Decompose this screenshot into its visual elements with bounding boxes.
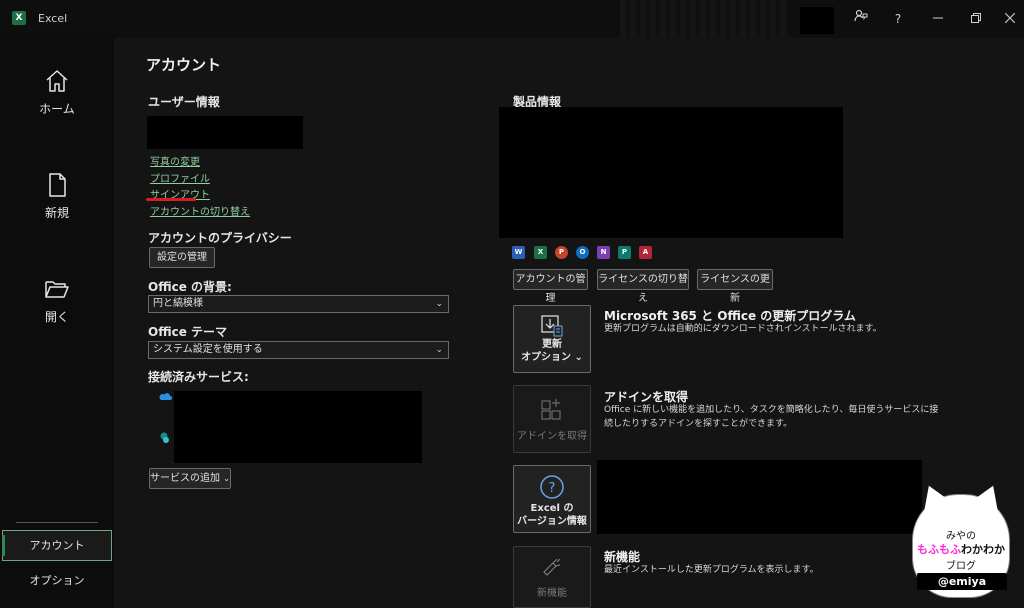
background-heading: Office の背景: xyxy=(148,280,232,294)
whats-new-description: 最近インストールした更新プログラムを表示します。 xyxy=(604,565,819,575)
updates-description: 更新プログラムは自動的にダウンロードされインストールされます。 xyxy=(604,324,882,334)
home-icon xyxy=(46,70,68,92)
manage-account-button[interactable]: アカウントの管理 xyxy=(513,269,588,304)
watermark-line-4: @emiya xyxy=(917,573,1007,590)
update-download-icon xyxy=(541,315,563,337)
sign-out-highlight-underline xyxy=(146,198,196,201)
sharepoint-icon xyxy=(158,432,170,447)
sidebar-label: 新規 xyxy=(44,206,69,220)
about-excel-label-2: バージョン情報 xyxy=(517,516,587,527)
sidebar-item-new[interactable]: 新規 xyxy=(0,172,114,221)
update-license-button[interactable]: ライセンスの更新 xyxy=(697,269,773,304)
blog-watermark-logo: みやの もふもふわかわか ブログ @emiya xyxy=(912,494,1010,598)
redacted-connected-services xyxy=(174,391,422,463)
folder-open-icon xyxy=(45,281,69,298)
redacted-product-info xyxy=(499,107,843,238)
whats-new-button[interactable]: 新機能 xyxy=(513,546,591,608)
close-icon[interactable] xyxy=(1000,9,1020,29)
onenote-icon: N xyxy=(597,246,610,259)
switch-account-link[interactable]: アカウントの切り替え xyxy=(150,203,250,218)
about-excel-button[interactable]: ? Excel の バージョン情報 xyxy=(513,465,591,533)
watermark-line-3: ブログ xyxy=(946,561,976,572)
addins-description: Office に新しい機能を追加したり、タスクを簡略化したり、毎日使うサービスに… xyxy=(604,405,939,429)
word-icon: W xyxy=(512,246,525,259)
add-service-button[interactable]: サービスの追加 ⌄ xyxy=(149,468,231,489)
get-addins-button[interactable]: アドインを取得 xyxy=(513,385,591,453)
powerpoint-icon: P xyxy=(555,246,568,259)
app-name: Excel xyxy=(38,12,68,25)
chevron-down-icon: ⌄ xyxy=(435,345,443,355)
whats-new-tile-label: 新機能 xyxy=(537,588,567,599)
redacted-version-info xyxy=(597,460,922,534)
chevron-down-icon: ⌄ xyxy=(223,474,230,483)
sidebar-item-home[interactable]: ホーム xyxy=(0,68,114,117)
switch-license-button[interactable]: ライセンスの切り替え xyxy=(597,269,689,304)
watermark-line-2: もふもふわかわか xyxy=(917,543,1005,556)
restore-icon[interactable] xyxy=(966,9,986,29)
watermark-line-1: みやの xyxy=(946,531,976,542)
add-service-label: サービスの追加 xyxy=(150,473,221,484)
redacted-account-avatar[interactable] xyxy=(800,7,834,34)
title-bar: X Excel ? xyxy=(0,0,1024,38)
theme-heading: Office テーマ xyxy=(148,325,228,339)
theme-select-value: システム設定を使用する xyxy=(153,344,263,355)
get-addins-tile-label: アドインを取得 xyxy=(517,431,587,442)
change-photo-link[interactable]: 写真の変更 xyxy=(150,153,200,168)
publisher-icon: P xyxy=(618,246,631,259)
titlebar-background-pattern xyxy=(620,0,790,38)
svg-text:?: ? xyxy=(549,481,556,496)
excel-icon: X xyxy=(534,246,547,259)
sidebar-divider xyxy=(16,522,98,523)
user-info-heading: ユーザー情報 xyxy=(148,95,220,109)
sidebar-item-open[interactable]: 開く xyxy=(0,276,114,325)
minimize-icon[interactable] xyxy=(928,9,948,29)
connected-services-heading: 接続済みサービス: xyxy=(148,370,249,384)
update-options-label-1: 更新 xyxy=(542,339,562,350)
new-document-icon xyxy=(49,173,66,197)
privacy-heading: アカウントのプライバシー xyxy=(148,231,292,245)
theme-select[interactable]: システム設定を使用する ⌄ xyxy=(148,341,449,359)
background-select-value: 円と縞模様 xyxy=(153,298,203,309)
about-excel-label-1: Excel の xyxy=(530,503,574,514)
sidebar-label: ホーム xyxy=(39,102,75,116)
addins-grid-icon xyxy=(541,399,561,420)
update-options-label-2: オプション ⌄ xyxy=(521,352,583,363)
onedrive-icon xyxy=(158,391,172,404)
sidebar-label: 開く xyxy=(44,310,69,324)
excel-app-icon: X xyxy=(12,11,26,25)
backstage-sidebar: ホーム 新規 開く アカウント オプション xyxy=(0,38,114,608)
page-title: アカウント xyxy=(146,56,222,74)
sidebar-item-account[interactable]: アカウント xyxy=(2,530,112,561)
sidebar-item-options[interactable]: オプション xyxy=(0,572,114,588)
redacted-user-info xyxy=(147,116,303,149)
profile-link[interactable]: プロファイル xyxy=(150,170,210,185)
outlook-icon: O xyxy=(576,246,589,259)
feedback-icon[interactable] xyxy=(851,9,871,29)
help-button[interactable]: ? xyxy=(888,9,908,29)
update-options-button[interactable]: 更新 オプション ⌄ xyxy=(513,305,591,373)
access-icon: A xyxy=(639,246,652,259)
megaphone-icon xyxy=(543,558,561,576)
help-circle-icon: ? xyxy=(540,475,564,499)
background-select[interactable]: 円と縞模様 ⌄ xyxy=(148,295,449,313)
chevron-down-icon: ⌄ xyxy=(435,299,443,309)
manage-settings-button[interactable]: 設定の管理 xyxy=(149,247,215,268)
